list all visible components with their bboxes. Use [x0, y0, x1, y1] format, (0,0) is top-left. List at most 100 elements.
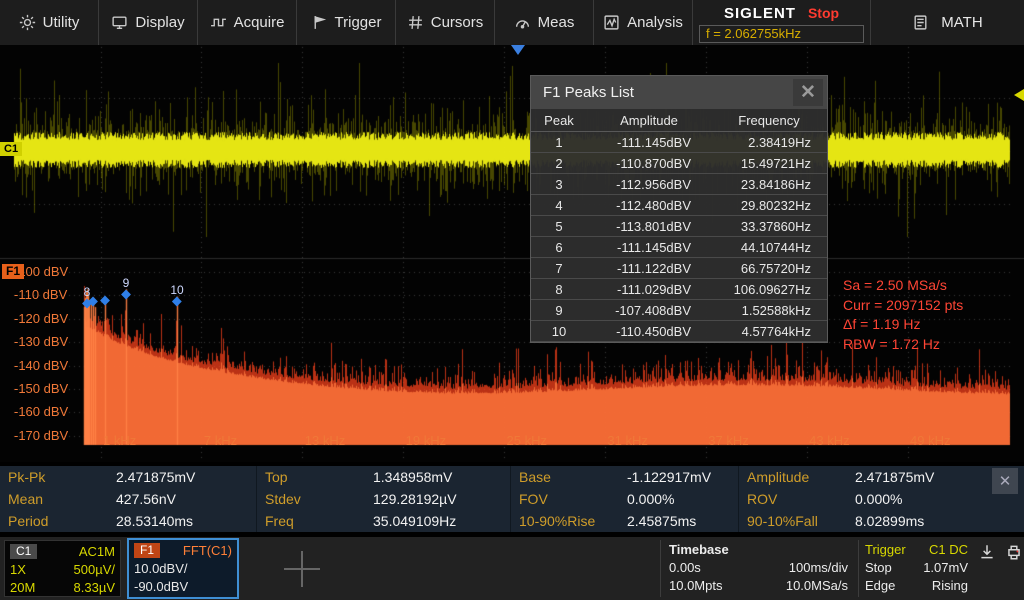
fft-y-label: -110 dBV	[14, 287, 67, 302]
meter-icon	[514, 14, 531, 31]
measurement-label: Base	[519, 469, 627, 485]
peaks-list-row: 6-111.145dBV44.10744Hz	[531, 237, 827, 258]
peak-marker-number: 9	[123, 277, 130, 289]
peaks-list-row: 7-111.122dBV66.75720Hz	[531, 258, 827, 279]
close-icon[interactable]: ✕	[793, 79, 823, 106]
analysis-icon	[603, 14, 620, 31]
peak-amplitude: -111.145dBV	[587, 240, 711, 255]
peak-frequency: 15.49721Hz	[711, 156, 827, 171]
menu-item-label: Meas	[538, 14, 575, 31]
trigger-level-marker[interactable]	[1014, 89, 1024, 101]
menu-item-acquire[interactable]: Acquire	[198, 0, 297, 45]
measurement-value: -1.122917mV	[627, 469, 711, 485]
fft-y-label: -170 dBV	[14, 428, 68, 443]
peak-marker-diamond	[172, 297, 182, 307]
fft-x-label: 19 kHz	[406, 433, 446, 448]
peak-frequency: 106.09627Hz	[711, 282, 827, 297]
peak-number: 9	[531, 303, 587, 318]
menu-item-analysis[interactable]: Analysis	[594, 0, 693, 45]
trigger-slope: Rising	[932, 578, 968, 593]
peak-frequency: 33.37860Hz	[711, 219, 827, 234]
fft-x-label: 7 kHz	[204, 433, 237, 448]
measurement-label: FOV	[519, 491, 627, 507]
trigger-box[interactable]: Trigger C1 DC Stop 1.07mV Edge Rising	[858, 540, 974, 597]
c1-channel-tag[interactable]: C1	[0, 142, 22, 156]
measurement-label: ROV	[747, 491, 855, 507]
timebase-points: 10.0Mpts	[669, 578, 722, 593]
peak-number: 3	[531, 177, 587, 192]
peak-frequency: 29.80232Hz	[711, 198, 827, 213]
trigger-mode: Stop	[865, 560, 892, 575]
menu-item-meas[interactable]: Meas	[495, 0, 594, 45]
measurement-stdev: Stdev129.28192µV	[256, 488, 510, 510]
trigger-position-marker[interactable]	[511, 45, 525, 55]
menu-item-label: Analysis	[627, 14, 683, 31]
trigger-level: 1.07mV	[923, 560, 968, 575]
measurement-label: Freq	[265, 513, 373, 529]
measurement-label: Pk-Pk	[8, 469, 116, 485]
measurement-label: Stdev	[265, 491, 373, 507]
peak-number: 5	[531, 219, 587, 234]
peak-frequency: 66.75720Hz	[711, 261, 827, 276]
measurement-value: 427.56nV	[116, 491, 176, 507]
menu-item-utility[interactable]: Utility	[0, 0, 99, 45]
peak-number: 10	[531, 324, 587, 339]
peak-frequency: 4.57764kHz	[711, 324, 827, 339]
printer-icon[interactable]	[1005, 543, 1023, 566]
f1-trace-tag[interactable]: F1	[2, 264, 24, 279]
measurement-label: Period	[8, 513, 116, 529]
fft-x-label: 37 kHz	[708, 433, 748, 448]
c1-probe: 1X	[10, 562, 26, 577]
peak-frequency: 1.52588kHz	[711, 303, 827, 318]
peak-amplitude: -112.480dBV	[587, 198, 711, 213]
measurement-10-90-rise: 10-90%Rise2.45875ms	[510, 510, 738, 532]
measurement-mean: Mean427.56nV	[0, 488, 256, 510]
measurement-fov: FOV0.000%	[510, 488, 738, 510]
measurement-close-icon[interactable]: ✕	[992, 468, 1018, 494]
acquire-icon	[210, 14, 227, 31]
display-icon	[111, 14, 128, 31]
f1-scale: 10.0dBV/	[134, 561, 188, 576]
peaks-list-row: 5-113.801dBV33.37860Hz	[531, 216, 827, 237]
peaks-list-title: F1 Peaks List	[543, 84, 634, 101]
fft-x-label: 13 kHz	[305, 433, 345, 448]
math-button[interactable]: MATH	[871, 0, 1024, 45]
gear-icon	[19, 14, 36, 31]
peak-frequency: 2.38419Hz	[711, 135, 827, 150]
channel-c1-box[interactable]: C1 AC1M 1X 500µV/ 20M 8.33µV	[4, 540, 121, 597]
status-bar: C1 AC1M 1X 500µV/ 20M 8.33µV F1 FFT(C1) …	[0, 536, 1024, 600]
fft-x-label: 1 kHz	[103, 433, 136, 448]
menu-item-display[interactable]: Display	[99, 0, 198, 45]
fft-y-label: -160 dBV	[14, 404, 68, 419]
menu-items: UtilityDisplayAcquireTrigger Cursors Meas A…	[0, 0, 693, 45]
measurement-label: Amplitude	[747, 469, 855, 485]
timebase-box[interactable]: Timebase 0.00s 100ms/div 10.0Mpts 10.0MS…	[660, 540, 856, 597]
peak-frequency: 44.10744Hz	[711, 240, 827, 255]
peak-amplitude: -107.408dBV	[587, 303, 711, 318]
measurement-label: 10-90%Rise	[519, 513, 627, 529]
fft-info-line: Curr = 2097152 pts	[843, 297, 963, 313]
menu-item-trigger[interactable]: Trigger	[297, 0, 396, 45]
peak-number: 6	[531, 240, 587, 255]
menu-item-cursors[interactable]: Cursors	[396, 0, 495, 45]
measurement-value: 28.53140ms	[116, 513, 193, 529]
measurement-value: 2.45875ms	[627, 513, 696, 529]
timebase-rate: 10.0MSa/s	[786, 578, 848, 593]
freq-counter: f = 2.062755kHz	[699, 25, 864, 43]
peaks-col-amplitude: Amplitude	[587, 113, 711, 128]
peaks-list-row: 2-110.870dBV15.49721Hz	[531, 153, 827, 174]
measurement-label: 90-10%Fall	[747, 513, 855, 529]
peak-amplitude: -111.029dBV	[587, 282, 711, 297]
math-f1-box[interactable]: F1 FFT(C1) 10.0dBV/ -90.0dBV	[127, 538, 239, 599]
peak-marker-10: 10	[170, 284, 183, 305]
timebase-delay: 0.00s	[669, 560, 701, 575]
peak-amplitude: -110.450dBV	[587, 324, 711, 339]
peak-number: 8	[531, 282, 587, 297]
save-icon[interactable]	[978, 543, 996, 566]
menu-item-label: Cursors	[431, 14, 484, 31]
f1-offset: -90.0dBV	[134, 579, 188, 594]
fft-y-label: -120 dBV	[14, 311, 68, 326]
peak-frequency: 23.84186Hz	[711, 177, 827, 192]
peak-number: 2	[531, 156, 587, 171]
peaks-list-popup: F1 Peaks List ✕ Peak Amplitude Frequency…	[530, 75, 828, 343]
